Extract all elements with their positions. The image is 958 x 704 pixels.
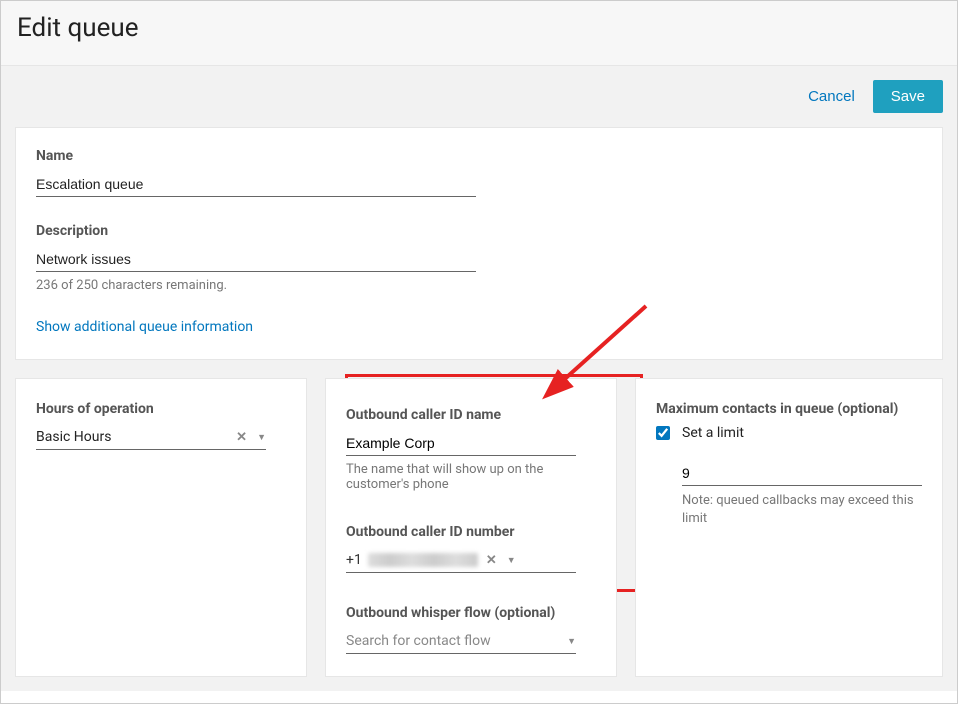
limit-input[interactable] xyxy=(682,461,922,486)
character-counter: 236 of 250 characters remaining. xyxy=(36,278,922,293)
save-button[interactable]: Save xyxy=(873,80,943,113)
chevron-down-icon[interactable]: ▼ xyxy=(567,636,576,647)
hours-label: Hours of operation xyxy=(36,401,286,417)
name-label: Name xyxy=(36,148,922,164)
description-label: Description xyxy=(36,223,922,239)
outbound-panel: Outbound caller ID name The name that wi… xyxy=(325,378,617,677)
limit-note: Note: queued callbacks may exceed this l… xyxy=(682,492,922,528)
hours-select[interactable]: Basic Hours ✕ ▼ xyxy=(36,425,266,450)
chevron-down-icon[interactable]: ▼ xyxy=(507,555,516,566)
clear-icon[interactable]: ✕ xyxy=(236,430,247,445)
phone-prefix: +1 xyxy=(346,552,362,568)
caller-id-number-label: Outbound caller ID number xyxy=(346,524,596,540)
set-limit-label: Set a limit xyxy=(682,425,744,441)
set-limit-checkbox[interactable] xyxy=(656,426,670,440)
phone-redacted xyxy=(368,553,478,567)
page-title: Edit queue xyxy=(17,13,941,43)
caller-id-name-input[interactable] xyxy=(346,431,576,456)
chevron-down-icon[interactable]: ▼ xyxy=(257,432,266,443)
caller-id-name-label: Outbound caller ID name xyxy=(346,407,596,423)
hours-value: Basic Hours xyxy=(36,429,236,445)
caller-id-number-select[interactable]: +1 ✕ ▼ xyxy=(346,548,576,573)
action-bar: Cancel Save xyxy=(15,66,943,127)
name-input[interactable] xyxy=(36,172,476,197)
cancel-button[interactable]: Cancel xyxy=(808,88,855,105)
queue-details-panel: Name Description 236 of 250 characters r… xyxy=(15,127,943,360)
whisper-flow-placeholder: Search for contact flow xyxy=(346,633,567,649)
show-additional-link[interactable]: Show additional queue information xyxy=(36,319,922,335)
whisper-flow-select[interactable]: Search for contact flow ▼ xyxy=(346,629,576,654)
whisper-flow-label: Outbound whisper flow (optional) xyxy=(346,605,596,621)
caller-id-name-hint: The name that will show up on the custom… xyxy=(346,462,576,492)
description-input[interactable] xyxy=(36,247,476,272)
hours-panel: Hours of operation Basic Hours ✕ ▼ xyxy=(15,378,307,677)
max-contacts-label: Maximum contacts in queue (optional) xyxy=(656,401,922,417)
max-contacts-panel: Maximum contacts in queue (optional) Set… xyxy=(635,378,943,677)
clear-icon[interactable]: ✕ xyxy=(486,553,497,568)
